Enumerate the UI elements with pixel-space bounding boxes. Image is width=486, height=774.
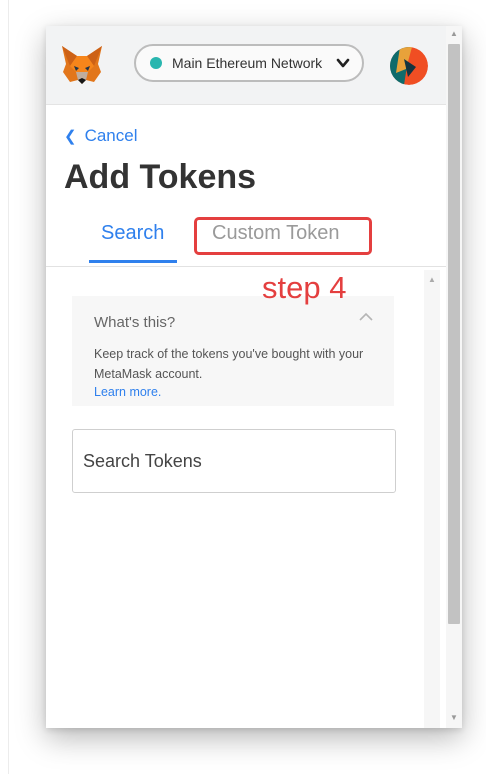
app-header: Main Ethereum Network <box>46 26 446 105</box>
window-scrollbar[interactable]: ▲ ▼ <box>446 26 462 728</box>
step-annotation: step 4 <box>262 270 347 305</box>
metamask-fox-icon[interactable] <box>60 44 104 86</box>
cancel-label: Cancel <box>84 126 138 145</box>
page-left-border <box>8 0 9 774</box>
info-box: What's this? Keep track of the tokens yo… <box>72 296 394 406</box>
network-selector[interactable]: Main Ethereum Network <box>134 44 364 82</box>
tab-search[interactable]: Search <box>101 222 164 245</box>
scroll-down-arrow-icon[interactable]: ▼ <box>450 714 458 722</box>
info-description: Keep track of the tokens you've bought w… <box>94 347 364 381</box>
network-label: Main Ethereum Network <box>172 55 323 71</box>
info-title: What's this? <box>94 314 176 331</box>
content-scrollbar[interactable]: ▲ <box>424 270 440 728</box>
account-identicon[interactable] <box>390 47 428 85</box>
search-tokens-input[interactable] <box>72 429 396 493</box>
step-highlight-box <box>194 217 372 255</box>
tabs-divider <box>46 266 446 267</box>
metamask-popup: Main Ethereum Network ▲ ▼ ❮ Cancel Add T… <box>46 26 462 728</box>
chevron-left-icon: ❮ <box>64 128 77 145</box>
chevron-down-icon <box>336 58 350 68</box>
page-title: Add Tokens <box>64 158 257 196</box>
scroll-up-arrow-icon[interactable]: ▲ <box>450 30 458 38</box>
learn-more-link[interactable]: Learn more. <box>94 385 161 399</box>
cancel-link[interactable]: ❮ Cancel <box>64 126 138 146</box>
window-scrollbar-thumb[interactable] <box>448 44 460 624</box>
network-status-dot <box>150 57 162 69</box>
active-tab-indicator <box>89 260 177 263</box>
content-scroll-up-arrow-icon[interactable]: ▲ <box>428 276 436 284</box>
chevron-up-icon[interactable] <box>358 310 374 324</box>
